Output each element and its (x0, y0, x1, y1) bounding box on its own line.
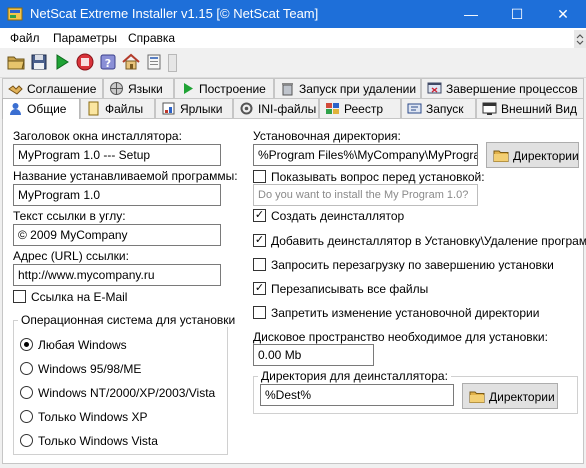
tab-build[interactable]: Построение (174, 78, 274, 98)
install-dir-input[interactable]: %Program Files%\MyCompany\MyProgram (253, 144, 478, 166)
menu-bar: Файл Параметры Справка (0, 28, 586, 48)
folder-open-icon[interactable] (6, 52, 26, 72)
tab-run-on-uninstall[interactable]: Запуск при удалении (274, 78, 421, 98)
run-icon[interactable] (52, 52, 72, 72)
overwrite-files-label: Перезаписывать все файлы (271, 282, 429, 296)
build-icon (180, 81, 195, 96)
ini-files-icon (239, 101, 254, 116)
window-title-input[interactable]: MyProgram 1.0 --- Setup (13, 144, 221, 166)
forbid-dir-change-checkbox[interactable] (253, 306, 266, 319)
tab-languages[interactable]: Языки (103, 78, 174, 98)
tab-registry[interactable]: Реестр (319, 98, 401, 118)
shortcuts-icon (161, 101, 176, 116)
request-reboot-checkbox[interactable] (253, 258, 266, 271)
window-title-label: Заголовок окна инсталлятора: (13, 129, 182, 143)
tab-agreement[interactable]: Соглашение (2, 78, 103, 98)
os-radio-nt-label: Windows NT/2000/XP/2003/Vista (38, 386, 216, 400)
process-kill-icon (427, 81, 442, 96)
help-icon[interactable]: ? (98, 52, 118, 72)
trash-run-icon (280, 81, 295, 96)
tab-appearance[interactable]: Внешний Вид (476, 98, 584, 118)
title-bar: NetScat Extreme Installer v1.15 [© NetSc… (0, 0, 586, 28)
tab-shortcuts[interactable]: Ярлыки (155, 98, 233, 118)
agreement-icon (8, 81, 23, 96)
os-radio-nt[interactable] (20, 386, 33, 399)
svg-text:?: ? (105, 57, 111, 70)
appearance-icon (482, 101, 497, 116)
save-icon[interactable] (29, 52, 49, 72)
registry-icon (325, 101, 340, 116)
languages-icon (109, 81, 124, 96)
tab-kill-processes[interactable]: Завершение процессов (421, 78, 584, 98)
minimize-button[interactable]: — (448, 0, 494, 28)
email-link-checkbox[interactable] (13, 290, 26, 303)
url-label: Адрес (URL) ссылки: (13, 249, 129, 263)
os-group-title: Операционная система для установки (18, 313, 239, 327)
show-question-label: Показывать вопрос перед установкой: (271, 170, 485, 184)
corner-link-label: Текст ссылки в углу: (13, 209, 126, 223)
close-button[interactable]: ✕ (540, 0, 586, 28)
disk-space-label: Дисковое пространство необходимое для ус… (253, 330, 548, 344)
os-radio-9x[interactable] (20, 362, 33, 375)
info-icon[interactable] (144, 52, 164, 72)
overwrite-files-checkbox[interactable]: ✓ (253, 282, 266, 295)
uninstall-dirs-button[interactable]: Директории (462, 383, 558, 409)
tab-files[interactable]: Файлы (80, 98, 155, 118)
os-radio-vista[interactable] (20, 434, 33, 447)
question-text-input[interactable]: Do you want to install the My Program 1.… (253, 184, 478, 206)
menu-parameters[interactable]: Параметры (53, 31, 117, 45)
create-uninstaller-checkbox[interactable]: ✓ (253, 209, 266, 222)
window-title: NetScat Extreme Installer v1.15 [© NetSc… (30, 6, 319, 21)
stop-icon[interactable] (75, 52, 95, 72)
folder-icon (493, 147, 509, 163)
menu-scroll-button[interactable] (574, 30, 586, 48)
files-icon (86, 101, 101, 116)
os-radio-any-label: Любая Windows (38, 338, 127, 352)
menu-file[interactable]: Файл (10, 31, 40, 45)
os-radio-xp[interactable] (20, 410, 33, 423)
tab-launch[interactable]: Запуск (401, 98, 476, 118)
maximize-button[interactable]: ☐ (494, 0, 540, 28)
url-input[interactable]: http://www.mycompany.ru (13, 264, 221, 286)
folder-icon (469, 388, 485, 404)
toolbar-overflow-button[interactable] (168, 54, 177, 72)
show-question-checkbox[interactable] (253, 170, 266, 183)
corner-link-input[interactable]: © 2009 MyCompany (13, 224, 221, 246)
home-icon[interactable] (121, 52, 141, 72)
install-dir-label: Установочная директория: (253, 129, 401, 143)
disk-space-input[interactable]: 0.00 Mb (253, 344, 374, 366)
install-dirs-button[interactable]: Директории (486, 142, 579, 168)
general-icon (8, 101, 23, 116)
add-to-programs-checkbox[interactable]: ✓ (253, 234, 266, 247)
tab-general[interactable]: Общие (2, 98, 80, 119)
tab-ini-files[interactable]: INI-файлы (233, 98, 319, 118)
launch-icon (407, 101, 422, 116)
add-to-programs-label: Добавить деинсталлятор в Установку\Удале… (271, 234, 586, 248)
app-icon (7, 6, 23, 22)
email-link-label: Ссылка на E-Mail (31, 290, 128, 304)
os-radio-9x-label: Windows 95/98/ME (38, 362, 142, 376)
uninstall-dir-label: Директория для деинсталлятора: (258, 369, 451, 383)
menu-help[interactable]: Справка (128, 31, 175, 45)
create-uninstaller-label: Создать деинсталлятор (271, 209, 405, 223)
os-radio-xp-label: Только Windows XP (38, 410, 148, 424)
forbid-dir-change-label: Запретить изменение установочной директо… (271, 306, 540, 320)
os-radio-vista-label: Только Windows Vista (38, 434, 158, 448)
uninstall-dir-input[interactable]: %Dest% (260, 384, 454, 406)
request-reboot-label: Запросить перезагрузку по завершению уст… (271, 258, 554, 272)
program-name-input[interactable]: MyProgram 1.0 (13, 184, 221, 206)
program-name-label: Название устанавливаемой программы: (13, 169, 238, 183)
toolbar: ? (0, 48, 586, 78)
os-radio-any[interactable] (20, 338, 33, 351)
